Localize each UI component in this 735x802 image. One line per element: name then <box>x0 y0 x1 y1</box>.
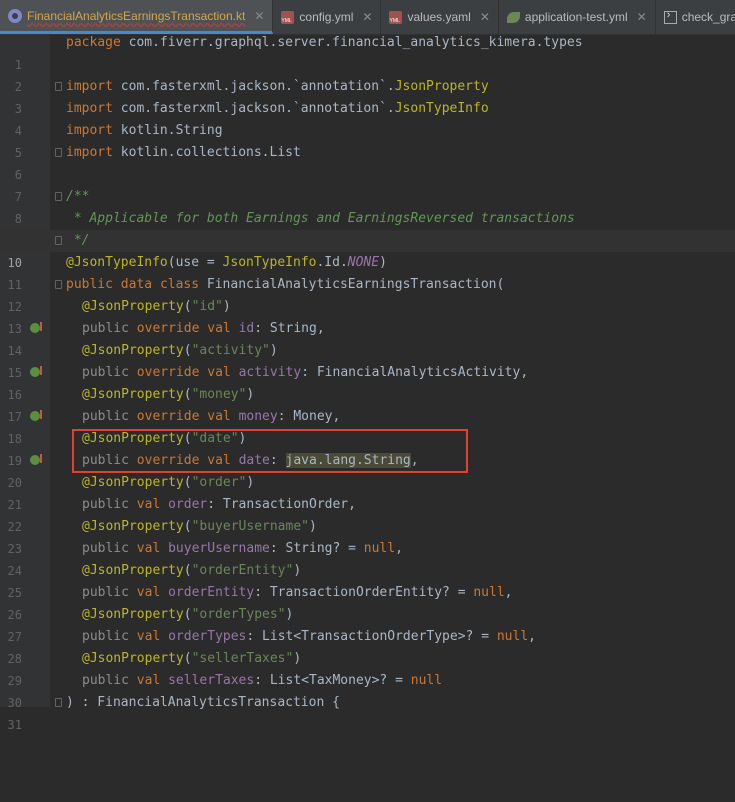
code-line[interactable]: 2 <box>0 54 735 94</box>
tab-label: application-test.yml <box>524 10 628 24</box>
code-editor[interactable]: 1 package com.fiverr.graphql.server.fina… <box>0 32 735 732</box>
yaml-file-icon <box>389 10 403 24</box>
code-line[interactable]: 29 @JsonProperty("sellerTaxes") <box>0 648 735 688</box>
current-code-line[interactable]: 10 */ <box>0 230 735 270</box>
code-line[interactable]: 8 /** <box>0 186 735 226</box>
code-line[interactable]: 3 import com.fasterxml.jackson.`annotati… <box>0 76 735 116</box>
override-marker-icon[interactable] <box>30 410 42 421</box>
close-icon[interactable]: ✕ <box>637 10 647 24</box>
close-icon[interactable]: ✕ <box>362 10 372 24</box>
code-line[interactable]: 28 public val orderTypes: List<Transacti… <box>0 626 735 666</box>
code-line[interactable]: 17 @JsonProperty("money") <box>0 384 735 424</box>
kotlin-file-icon <box>8 8 22 23</box>
code-line[interactable]: 27 @JsonProperty("orderTypes") <box>0 604 735 644</box>
spring-leaf-icon <box>506 11 520 23</box>
code-line[interactable]: 16 public override val activity: Financi… <box>0 362 735 402</box>
code-line[interactable]: 4 import com.fasterxml.jackson.`annotati… <box>0 98 735 138</box>
close-icon[interactable]: ✕ <box>254 9 264 23</box>
terminal-icon <box>663 9 677 24</box>
code-line[interactable]: 21 @JsonProperty("order") <box>0 472 735 512</box>
fold-icon[interactable] <box>55 192 62 201</box>
line-number: 31 <box>7 718 22 732</box>
tab-check-graphql[interactable]: check_graphq <box>656 0 735 34</box>
tab-application-test-yml[interactable]: application-test.yml ✕ <box>499 0 656 34</box>
code-line[interactable]: 26 public val orderEntity: TransactionOr… <box>0 582 735 622</box>
fold-icon[interactable] <box>55 236 62 245</box>
code-line[interactable]: 9 * Applicable for both Earnings and Ear… <box>0 208 735 248</box>
override-marker-icon[interactable] <box>30 322 42 333</box>
code-line[interactable]: 24 public val buyerUsername: String? = n… <box>0 538 735 578</box>
code-line[interactable]: 14 public override val id: String, <box>0 318 735 358</box>
code-line[interactable]: 6 import kotlin.collections.List <box>0 142 735 182</box>
code-line[interactable]: 12 public data class FinancialAnalyticsE… <box>0 274 735 314</box>
override-marker-icon[interactable] <box>30 366 42 377</box>
fold-icon[interactable] <box>55 698 62 707</box>
code-line[interactable]: 23 @JsonProperty("buyerUsername") <box>0 516 735 556</box>
code-line[interactable]: 13 @JsonProperty("id") <box>0 296 735 336</box>
tab-label: check_graphq <box>681 10 735 24</box>
close-icon[interactable]: ✕ <box>480 10 490 24</box>
editor-tab-bar: FinancialAnalyticsEarningsTransaction.kt… <box>0 0 735 35</box>
code-line[interactable]: 5 import kotlin.String <box>0 120 735 160</box>
tab-label: config.yml <box>299 10 354 24</box>
override-marker-icon[interactable] <box>30 454 42 465</box>
code-line[interactable]: 18 public override val money: Money, <box>0 406 735 446</box>
code-line[interactable]: 15 @JsonProperty("activity") <box>0 340 735 380</box>
fold-icon[interactable] <box>55 82 62 91</box>
highlighted-type: java.lang.String <box>285 453 411 468</box>
code-line[interactable]: 31 ) : FinancialAnalyticsTransaction { <box>0 692 735 732</box>
code-line[interactable]: 19 @JsonProperty("date") <box>0 428 735 468</box>
yaml-file-icon <box>281 10 295 24</box>
code-line[interactable]: 7 <box>0 164 735 204</box>
code-line[interactable]: 25 @JsonProperty("orderEntity") <box>0 560 735 600</box>
fold-icon[interactable] <box>55 148 62 157</box>
tab-config-yml[interactable]: config.yml ✕ <box>273 0 382 34</box>
tab-label: values.yaml <box>407 10 471 24</box>
tab-label: FinancialAnalyticsEarningsTransaction.kt <box>27 8 246 23</box>
tab-values-yaml[interactable]: values.yaml ✕ <box>381 0 499 34</box>
fold-icon[interactable] <box>55 280 62 289</box>
code-line[interactable]: 20 public override val date: java.lang.S… <box>0 450 735 490</box>
code-line[interactable]: 1 package com.fiverr.graphql.server.fina… <box>0 32 735 72</box>
tab-financial-analytics-earnings-transaction[interactable]: FinancialAnalyticsEarningsTransaction.kt… <box>0 0 274 34</box>
code-line[interactable]: 11 @JsonTypeInfo(use = JsonTypeInfo.Id.N… <box>0 252 735 292</box>
code-line[interactable]: 22 public val order: TransactionOrder, <box>0 494 735 534</box>
code-line[interactable]: 30 public val sellerTaxes: List<TaxMoney… <box>0 670 735 710</box>
